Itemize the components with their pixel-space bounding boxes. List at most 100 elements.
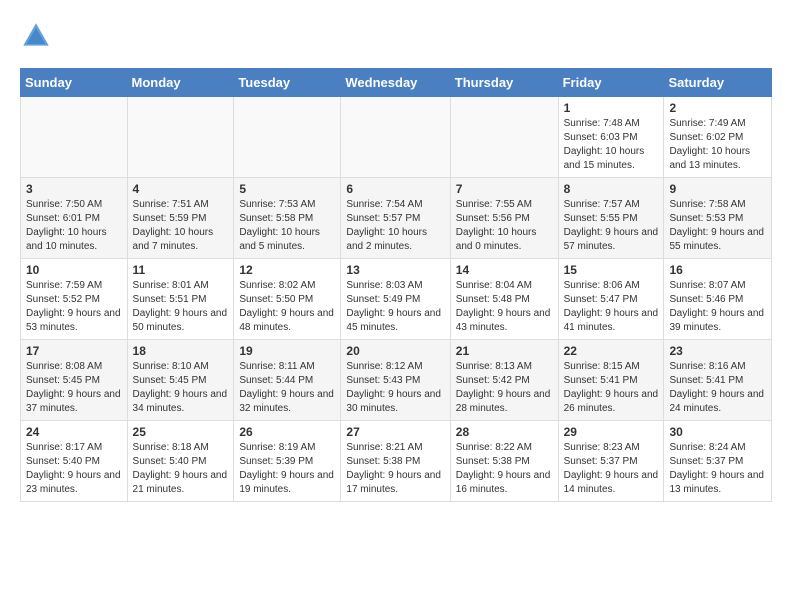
day-number: 13 (346, 263, 444, 277)
day-detail: Sunrise: 7:53 AM Sunset: 5:58 PM Dayligh… (239, 198, 335, 254)
header-tuesday: Tuesday (234, 69, 341, 97)
day-detail: Sunrise: 7:58 AM Sunset: 5:53 PM Dayligh… (669, 198, 766, 254)
calendar-week-3: 10 Sunrise: 7:59 AM Sunset: 5:52 PM Dayli… (21, 259, 772, 340)
calendar-cell: 24 Sunrise: 8:17 AM Sunset: 5:40 PM Dayli… (21, 421, 128, 502)
day-detail: Sunrise: 8:13 AM Sunset: 5:42 PM Dayligh… (456, 360, 553, 416)
day-number: 19 (239, 344, 335, 358)
calendar-cell: 7Sunrise: 7:55 AM Sunset: 5:56 PM Daylig… (450, 178, 558, 259)
calendar-week-1: 1 Sunrise: 7:48 AM Sunset: 6:03 PM Daylig… (21, 97, 772, 178)
day-detail: Sunrise: 7:50 AM Sunset: 6:01 PM Dayligh… (26, 198, 122, 254)
day-detail: Sunrise: 8:10 AM Sunset: 5:45 PM Dayligh… (133, 360, 229, 416)
calendar-cell: 27 Sunrise: 8:21 AM Sunset: 5:38 PM Dayli… (341, 421, 450, 502)
day-detail: Sunrise: 8:06 AM Sunset: 5:47 PM Dayligh… (564, 279, 659, 335)
day-number: 11 (133, 263, 229, 277)
day-detail: Sunrise: 7:48 AM Sunset: 6:03 PM Dayligh… (564, 117, 659, 173)
calendar-cell: 19 Sunrise: 8:11 AM Sunset: 5:44 PM Dayli… (234, 340, 341, 421)
header-saturday: Saturday (664, 69, 772, 97)
day-detail: Sunrise: 8:24 AM Sunset: 5:37 PM Dayligh… (669, 441, 766, 497)
day-detail: Sunrise: 8:18 AM Sunset: 5:40 PM Dayligh… (133, 441, 229, 497)
day-number: 6 (346, 182, 444, 196)
day-detail: Sunrise: 8:22 AM Sunset: 5:38 PM Dayligh… (456, 441, 553, 497)
day-detail: Sunrise: 8:02 AM Sunset: 5:50 PM Dayligh… (239, 279, 335, 335)
calendar-cell: 20 Sunrise: 8:12 AM Sunset: 5:43 PM Dayli… (341, 340, 450, 421)
calendar-cell: 30 Sunrise: 8:24 AM Sunset: 5:37 PM Dayli… (664, 421, 772, 502)
day-number: 7 (456, 182, 553, 196)
day-number: 15 (564, 263, 659, 277)
calendar-cell: 8 Sunrise: 7:57 AM Sunset: 5:55 PM Daylig… (558, 178, 664, 259)
calendar-week-5: 24 Sunrise: 8:17 AM Sunset: 5:40 PM Dayli… (21, 421, 772, 502)
calendar-cell: 16 Sunrise: 8:07 AM Sunset: 5:46 PM Dayli… (664, 259, 772, 340)
day-detail: Sunrise: 7:54 AM Sunset: 5:57 PM Dayligh… (346, 198, 444, 254)
header-friday: Friday (558, 69, 664, 97)
day-number: 16 (669, 263, 766, 277)
day-number: 18 (133, 344, 229, 358)
calendar-cell: 23Sunrise: 8:16 AM Sunset: 5:41 PM Dayli… (664, 340, 772, 421)
calendar-cell: 1 Sunrise: 7:48 AM Sunset: 6:03 PM Daylig… (558, 97, 664, 178)
day-number: 28 (456, 425, 553, 439)
day-number: 22 (564, 344, 659, 358)
day-detail: Sunrise: 8:19 AM Sunset: 5:39 PM Dayligh… (239, 441, 335, 497)
day-detail: Sunrise: 8:23 AM Sunset: 5:37 PM Dayligh… (564, 441, 659, 497)
header-monday: Monday (127, 69, 234, 97)
calendar-cell (341, 97, 450, 178)
day-number: 3 (26, 182, 122, 196)
calendar-cell: 29 Sunrise: 8:23 AM Sunset: 5:37 PM Dayli… (558, 421, 664, 502)
calendar-cell (127, 97, 234, 178)
day-detail: Sunrise: 7:49 AM Sunset: 6:02 PM Dayligh… (669, 117, 766, 173)
calendar: SundayMondayTuesdayWednesdayThursdayFrid… (20, 68, 772, 502)
calendar-header-row: SundayMondayTuesdayWednesdayThursdayFrid… (21, 69, 772, 97)
calendar-cell: 4 Sunrise: 7:51 AM Sunset: 5:59 PM Daylig… (127, 178, 234, 259)
day-detail: Sunrise: 8:12 AM Sunset: 5:43 PM Dayligh… (346, 360, 444, 416)
day-number: 25 (133, 425, 229, 439)
header-wednesday: Wednesday (341, 69, 450, 97)
header-thursday: Thursday (450, 69, 558, 97)
day-detail: Sunrise: 7:57 AM Sunset: 5:55 PM Dayligh… (564, 198, 659, 254)
day-number: 2 (669, 101, 766, 115)
day-number: 20 (346, 344, 444, 358)
day-detail: Sunrise: 8:11 AM Sunset: 5:44 PM Dayligh… (239, 360, 335, 416)
calendar-cell: 12Sunrise: 8:02 AM Sunset: 5:50 PM Dayli… (234, 259, 341, 340)
calendar-cell: 17Sunrise: 8:08 AM Sunset: 5:45 PM Dayli… (21, 340, 128, 421)
day-number: 26 (239, 425, 335, 439)
day-number: 27 (346, 425, 444, 439)
header-sunday: Sunday (21, 69, 128, 97)
day-detail: Sunrise: 7:59 AM Sunset: 5:52 PM Dayligh… (26, 279, 122, 335)
day-detail: Sunrise: 8:04 AM Sunset: 5:48 PM Dayligh… (456, 279, 553, 335)
day-detail: Sunrise: 7:51 AM Sunset: 5:59 PM Dayligh… (133, 198, 229, 254)
calendar-cell: 6 Sunrise: 7:54 AM Sunset: 5:57 PM Daylig… (341, 178, 450, 259)
calendar-cell: 2 Sunrise: 7:49 AM Sunset: 6:02 PM Daylig… (664, 97, 772, 178)
logo-icon (20, 20, 52, 52)
calendar-cell: 18 Sunrise: 8:10 AM Sunset: 5:45 PM Dayli… (127, 340, 234, 421)
day-number: 24 (26, 425, 122, 439)
calendar-cell: 13 Sunrise: 8:03 AM Sunset: 5:49 PM Dayli… (341, 259, 450, 340)
day-number: 4 (133, 182, 229, 196)
day-number: 17 (26, 344, 122, 358)
day-number: 1 (564, 101, 659, 115)
calendar-cell: 3 Sunrise: 7:50 AM Sunset: 6:01 PM Daylig… (21, 178, 128, 259)
day-detail: Sunrise: 8:17 AM Sunset: 5:40 PM Dayligh… (26, 441, 122, 497)
day-detail: Sunrise: 8:15 AM Sunset: 5:41 PM Dayligh… (564, 360, 659, 416)
calendar-cell: 14Sunrise: 8:04 AM Sunset: 5:48 PM Dayli… (450, 259, 558, 340)
calendar-cell: 28 Sunrise: 8:22 AM Sunset: 5:38 PM Dayli… (450, 421, 558, 502)
day-detail: Sunrise: 8:07 AM Sunset: 5:46 PM Dayligh… (669, 279, 766, 335)
page: SundayMondayTuesdayWednesdayThursdayFrid… (0, 0, 792, 512)
calendar-cell: 11Sunrise: 8:01 AM Sunset: 5:51 PM Dayli… (127, 259, 234, 340)
day-number: 30 (669, 425, 766, 439)
day-number: 10 (26, 263, 122, 277)
day-number: 5 (239, 182, 335, 196)
calendar-cell: 26 Sunrise: 8:19 AM Sunset: 5:39 PM Dayli… (234, 421, 341, 502)
day-detail: Sunrise: 8:03 AM Sunset: 5:49 PM Dayligh… (346, 279, 444, 335)
day-number: 8 (564, 182, 659, 196)
calendar-cell: 10 Sunrise: 7:59 AM Sunset: 5:52 PM Dayli… (21, 259, 128, 340)
day-number: 9 (669, 182, 766, 196)
calendar-cell: 5 Sunrise: 7:53 AM Sunset: 5:58 PM Daylig… (234, 178, 341, 259)
day-detail: Sunrise: 8:16 AM Sunset: 5:41 PM Dayligh… (669, 360, 766, 416)
calendar-cell: 22 Sunrise: 8:15 AM Sunset: 5:41 PM Dayli… (558, 340, 664, 421)
calendar-cell (450, 97, 558, 178)
day-number: 21 (456, 344, 553, 358)
calendar-week-2: 3 Sunrise: 7:50 AM Sunset: 6:01 PM Daylig… (21, 178, 772, 259)
header (20, 20, 772, 52)
day-number: 29 (564, 425, 659, 439)
calendar-cell: 9 Sunrise: 7:58 AM Sunset: 5:53 PM Daylig… (664, 178, 772, 259)
day-detail: Sunrise: 8:21 AM Sunset: 5:38 PM Dayligh… (346, 441, 444, 497)
